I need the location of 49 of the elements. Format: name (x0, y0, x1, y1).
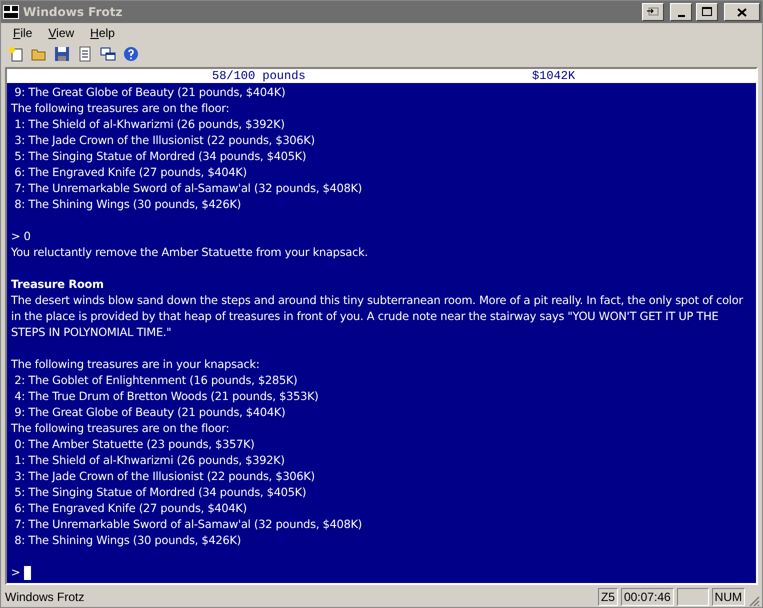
window-title: Windows Frotz (23, 5, 124, 19)
game-text: You reluctantly remove the Amber Statuette from your knapsack. (11, 245, 369, 261)
game-text: 9: The Great Globe of Beauty (21 pounds, $404K) (13, 405, 286, 421)
menu-item[interactable]: File (5, 24, 40, 42)
minimize-icon (678, 14, 684, 16)
game-text: 8: The Shining Wings (30 pounds, $426K) (13, 197, 242, 213)
game-text: 6: The Engraved Knife (27 pounds, $404K) (13, 165, 248, 181)
game-text: 2: The Goblet of Enlightenment (16 pounds, $285K) (13, 373, 298, 389)
menu-item[interactable]: Help (82, 24, 123, 42)
game-text: The following treasures are on the floor: (11, 421, 230, 437)
game-text: The following treasures are in your knapsack: (11, 357, 260, 373)
game-text: 3: The Jade Crown of the Illusionist (22 pounds, $306K) (13, 133, 316, 149)
minimize-button[interactable] (670, 3, 692, 21)
game-text: 8: The Shining Wings (30 pounds, $426K) (13, 533, 242, 549)
room-title: Treasure Room (11, 277, 105, 293)
maximize-button[interactable] (696, 3, 718, 21)
game-text: 7: The Unremarkable Sword of al-Samaw'al (32 pounds, $408K) (13, 517, 363, 533)
game-text: > 0 (11, 229, 32, 245)
status-panel: 00:07:46 (620, 588, 674, 606)
game-text: 1: The Shield of al-Khwarizmi (26 pounds, $392K) (13, 453, 286, 469)
maximize-icon (702, 7, 712, 17)
new-file-icon[interactable] (7, 45, 25, 63)
status-panel: NUM (712, 588, 745, 606)
game-text: 6: The Engraved Knife (27 pounds, $404K) (13, 501, 248, 517)
close-icon (737, 8, 747, 16)
resize-grip-icon[interactable] (748, 595, 760, 607)
monitor-arrow-button[interactable] (642, 3, 664, 21)
weight-status: 58/100 pounds (212, 69, 307, 83)
close-button[interactable] (724, 3, 760, 21)
game-text: 7: The Unremarkable Sword of al-Samaw'al (32 pounds, $408K) (13, 181, 363, 197)
status-panel: Z5 (598, 588, 618, 606)
game-text: 5: The Singing Statue of Mordred (34 pounds, $405K) (13, 149, 308, 165)
game-text: 0: The Amber Statuette (23 pounds, $357K) (13, 437, 256, 453)
app-icon (3, 5, 19, 19)
game-text: 1: The Shield of al-Khwarizmi (26 pounds, $392K) (13, 117, 286, 133)
input-prompt: > (11, 565, 20, 581)
game-text: 5: The Singing Statue of Mordred (34 pounds, $405K) (13, 485, 308, 501)
help-icon[interactable] (122, 45, 140, 63)
game-text: The following treasures are on the floor: (11, 101, 230, 117)
status-text: Windows Frotz (5, 590, 86, 604)
game-text: 3: The Jade Crown of the Illusionist (22 pounds, $306K) (13, 469, 316, 485)
room-description: The desert winds blow sand down the steps and around this tiny subterranean room. More of a pit really. In fact, the only spot of color in the place is provided by that heap of treasures in front of you. A crude note near the stairway says "YOU WON'T GET IT UP THE STEPS IN POLYNOMIAL TIME." (11, 293, 744, 341)
money-status: $1042K (532, 69, 576, 83)
arrow-into-monitor-icon (647, 6, 659, 18)
save-icon[interactable] (53, 45, 71, 63)
windows-icon[interactable] (99, 45, 117, 63)
game-text: 4: The True Drum of Bretton Woods (21 pounds, $353K) (13, 389, 320, 405)
menu-item[interactable]: View (40, 24, 82, 42)
game-text: 9: The Great Globe of Beauty (21 pounds, $404K) (13, 85, 286, 101)
